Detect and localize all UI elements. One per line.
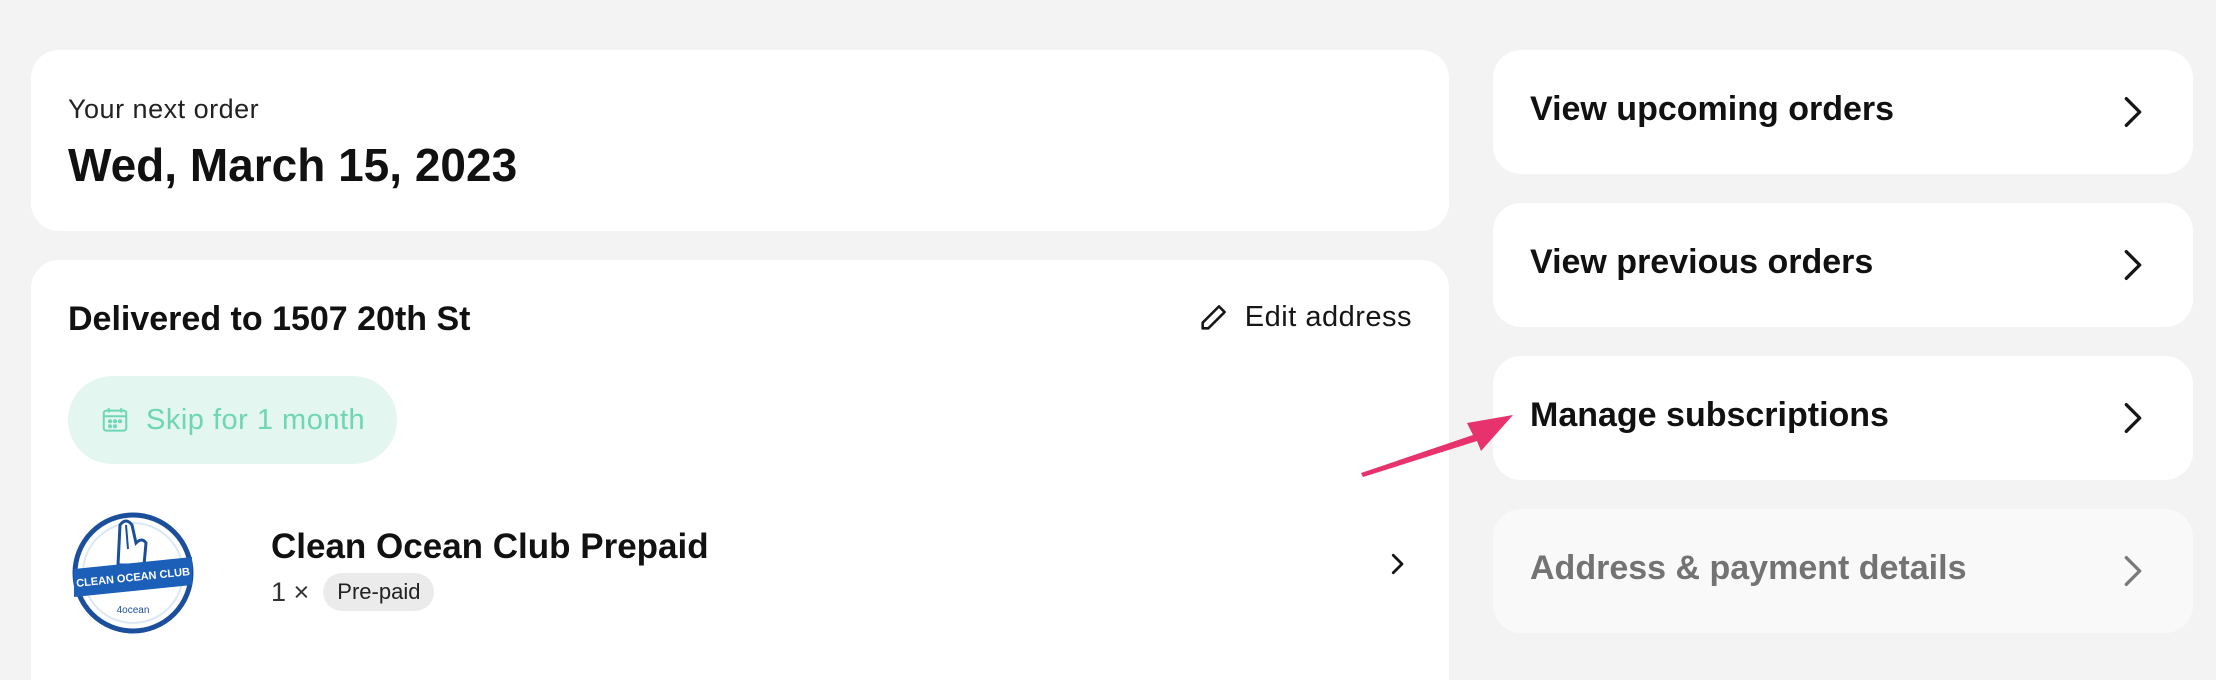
- skip-month-label: Skip for 1 month: [146, 403, 366, 436]
- view-previous-orders-link[interactable]: View previous orders: [1493, 203, 2193, 327]
- chevron-right-icon: [2124, 97, 2142, 128]
- chevron-right-icon: [2124, 556, 2142, 586]
- view-upcoming-orders-link[interactable]: View upcoming orders: [1493, 50, 2193, 174]
- view-previous-orders-label: View previous orders: [1530, 243, 1874, 281]
- edit-address-button[interactable]: Edit address: [1197, 300, 1412, 334]
- skip-month-button[interactable]: Skip for 1 month: [68, 376, 398, 464]
- chevron-right-icon: [2124, 403, 2142, 433]
- manage-subscriptions-link[interactable]: Manage subscriptions: [1493, 356, 2193, 480]
- calendar-icon: [102, 408, 128, 432]
- delivery-address-title: Delivered to 1507 20th St: [68, 300, 471, 338]
- product-quantity: 1 ×: [271, 576, 310, 607]
- clean-ocean-club-logo: CLEAN OCEAN CLUB 4ocean: [72, 512, 194, 634]
- edit-address-label: Edit address: [1244, 300, 1412, 333]
- delivery-card: Delivered to 1507 20th St Edit address S…: [31, 260, 1449, 680]
- logo-subtext: 4ocean: [117, 605, 150, 616]
- address-payment-details-label: Address & payment details: [1530, 549, 1967, 587]
- manage-subscriptions-label: Manage subscriptions: [1530, 396, 1889, 434]
- view-upcoming-orders-label: View upcoming orders: [1530, 90, 1895, 128]
- chevron-right-icon: [1391, 553, 1404, 575]
- next-order-card: Your next order Wed, March 15, 2023: [31, 50, 1449, 231]
- product-name: Clean Ocean Club Prepaid: [271, 527, 709, 566]
- address-payment-details-link[interactable]: Address & payment details: [1493, 509, 2193, 633]
- pencil-icon: [1201, 305, 1226, 330]
- next-order-date: Wed, March 15, 2023: [68, 139, 518, 191]
- product-quantity-row: 1 × Pre-paid: [271, 573, 435, 611]
- chevron-right-icon: [2124, 250, 2142, 280]
- subscription-product-row[interactable]: CLEAN OCEAN CLUB 4ocean Clean Ocean Club…: [68, 505, 1412, 645]
- prepaid-badge: Pre-paid: [323, 573, 435, 611]
- next-order-eyebrow: Your next order: [68, 94, 260, 124]
- annotation-arrow-icon: [1361, 415, 1513, 477]
